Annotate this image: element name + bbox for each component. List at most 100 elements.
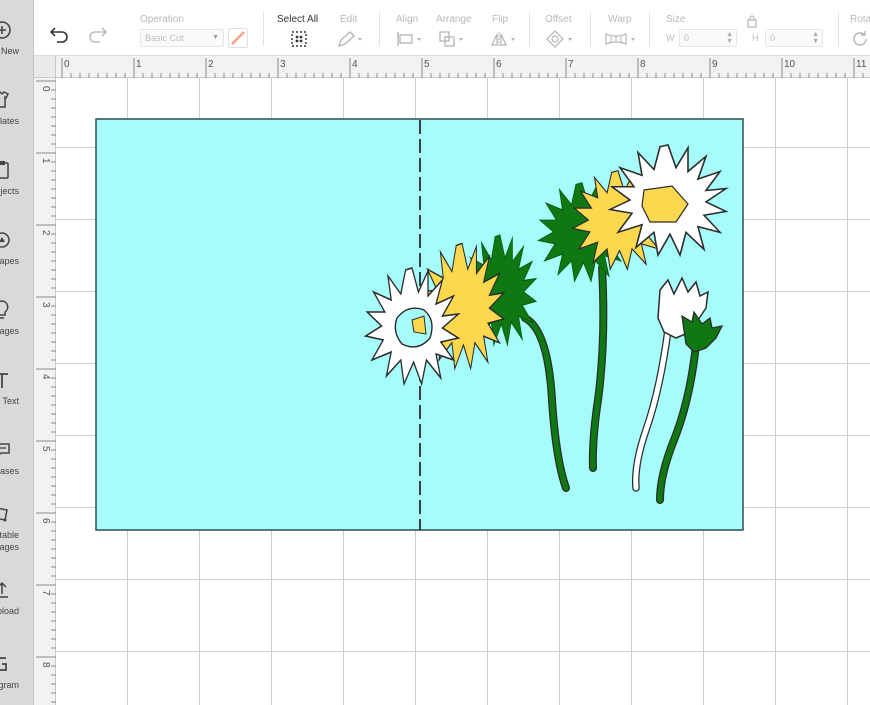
ruler-number: 3: [40, 302, 51, 308]
sidebar-label-text: Text: [2, 396, 19, 406]
height-label: H: [752, 33, 759, 43]
stepper-icon: ▲ ▼: [812, 31, 819, 45]
sidebar-label-editable-line2: Images: [0, 542, 19, 552]
operation-value: Basic Cut: [145, 33, 184, 43]
shapes-icon: [0, 232, 10, 248]
align-icon[interactable]: [396, 31, 424, 47]
phrases-icon: [0, 443, 10, 456]
ruler-number: 4: [40, 374, 51, 380]
ruler-vertical: 0 1 2 3 4 5 6 7 8: [34, 78, 56, 705]
ruler-number: 1: [40, 158, 51, 164]
width-label: W: [666, 33, 675, 43]
monogram-icon: [0, 657, 7, 671]
ruler-number: 1: [136, 59, 142, 70]
arrange-icon[interactable]: [438, 30, 466, 48]
select-all-icon[interactable]: [290, 30, 308, 48]
offset-icon[interactable]: [545, 29, 575, 49]
rotate-icon[interactable]: [851, 30, 869, 48]
app-window: New Templates Projects Shapes Images Tex…: [0, 0, 870, 705]
offset-label: Offset: [545, 14, 572, 25]
rotate-label: Rotate: [850, 14, 870, 25]
ruler-number: 7: [568, 59, 574, 70]
lock-icon[interactable]: [746, 14, 758, 28]
sidebar-item-templates[interactable]: Templates: [0, 88, 33, 148]
undo-icon[interactable]: [50, 25, 70, 43]
sidebar-item-editable-images[interactable]: Editable Images: [0, 502, 33, 562]
redo-icon[interactable]: [87, 25, 107, 43]
stepper-icon: ▲ ▼: [726, 31, 733, 45]
align-label: Align: [396, 14, 419, 25]
ruler-number: 2: [208, 59, 214, 70]
clipboard-icon: [0, 161, 9, 179]
left-sidebar: New Templates Projects Shapes Images Tex…: [0, 0, 34, 705]
toolbar-separator: [649, 12, 650, 46]
toolbar-separator: [263, 12, 264, 46]
ruler-number: 8: [640, 59, 646, 70]
sidebar-item-new[interactable]: New: [0, 18, 33, 78]
size-label: Size: [666, 14, 686, 25]
pen-icon: [231, 31, 245, 45]
operation-label: Operation: [140, 14, 184, 25]
sidebar-label-projects: Projects: [0, 186, 19, 196]
ruler-number: 11: [856, 59, 867, 70]
ruler-number: 9: [712, 59, 718, 70]
sidebar-label-phrases: Phrases: [0, 466, 19, 476]
ruler-number: 6: [40, 518, 51, 524]
ruler-ticks-vertical: 0 1 2 3 4 5 6 7 8: [36, 80, 56, 703]
ruler-number: 0: [64, 59, 70, 70]
sidebar-item-upload[interactable]: Upload: [0, 578, 33, 638]
toolbar-separator: [590, 12, 591, 46]
ruler-number: 5: [40, 446, 51, 452]
ruler-number: 7: [40, 590, 51, 596]
height-input[interactable]: 0 ▲ ▼: [765, 29, 823, 47]
sidebar-label-shapes: Shapes: [0, 256, 19, 266]
shirt-icon: [0, 91, 10, 108]
ruler-number: 8: [40, 662, 51, 668]
width-value: 0: [684, 33, 690, 43]
ruler-corner: [34, 56, 56, 78]
edit-pencil-icon[interactable]: [337, 30, 365, 48]
sidebar-label-images: Images: [0, 326, 19, 336]
design-canvas[interactable]: [56, 78, 870, 705]
ruler-number: 4: [352, 59, 358, 70]
ruler-number: 10: [784, 59, 796, 70]
ruler-number: 3: [280, 59, 286, 70]
width-input[interactable]: 0 ▲ ▼: [679, 29, 737, 47]
ruler-number: 5: [424, 59, 430, 70]
editable-images-icon: [0, 507, 8, 522]
flip-label: Flip: [492, 14, 509, 25]
warp-icon[interactable]: [604, 31, 638, 47]
sidebar-label-editable: Editable: [0, 530, 19, 540]
sidebar-item-text[interactable]: Text: [0, 368, 33, 428]
pen-color-swatch[interactable]: [228, 28, 248, 48]
toolbar-separator: [379, 12, 380, 46]
chevron-down-icon: ▼: [212, 34, 219, 41]
text-icon: [0, 373, 8, 388]
sidebar-label-monogram: Monogram: [0, 680, 19, 690]
upload-icon: [0, 581, 8, 598]
flip-icon[interactable]: [490, 30, 518, 48]
select-all-label: Select All: [277, 14, 319, 25]
arrange-label: Arrange: [436, 14, 472, 25]
sidebar-label-templates: Templates: [0, 116, 19, 126]
ruler-number: 2: [40, 230, 51, 236]
plus-circle-icon: [0, 21, 11, 39]
sidebar-item-projects[interactable]: Projects: [0, 158, 33, 218]
sidebar-item-images[interactable]: Images: [0, 298, 33, 358]
ruler-number: 0: [40, 86, 51, 92]
ruler-horizontal: 0 1 2 3 4 5 6 7 8 9 10 11: [34, 56, 870, 78]
height-value: 0: [770, 33, 776, 43]
sidebar-label-upload: Upload: [0, 606, 19, 616]
operation-select[interactable]: Basic Cut ▼: [140, 29, 224, 47]
top-toolbar: Operation Basic Cut ▼ Select All Edit Al…: [34, 0, 870, 56]
toolbar-separator: [529, 12, 530, 46]
edit-label: Edit: [340, 14, 358, 25]
sidebar-item-monogram[interactable]: Monogram: [0, 652, 33, 705]
sidebar-item-phrases[interactable]: Phrases: [0, 438, 33, 498]
ruler-ticks-horizontal: 0 1 2 3 4 5 6 7 8 9 10 11: [61, 58, 867, 78]
ruler-number: 6: [496, 59, 502, 70]
sidebar-label-new: New: [0, 46, 19, 56]
warp-label: Warp: [608, 14, 632, 25]
card-artwork: [95, 118, 744, 531]
sidebar-item-shapes[interactable]: Shapes: [0, 228, 33, 288]
